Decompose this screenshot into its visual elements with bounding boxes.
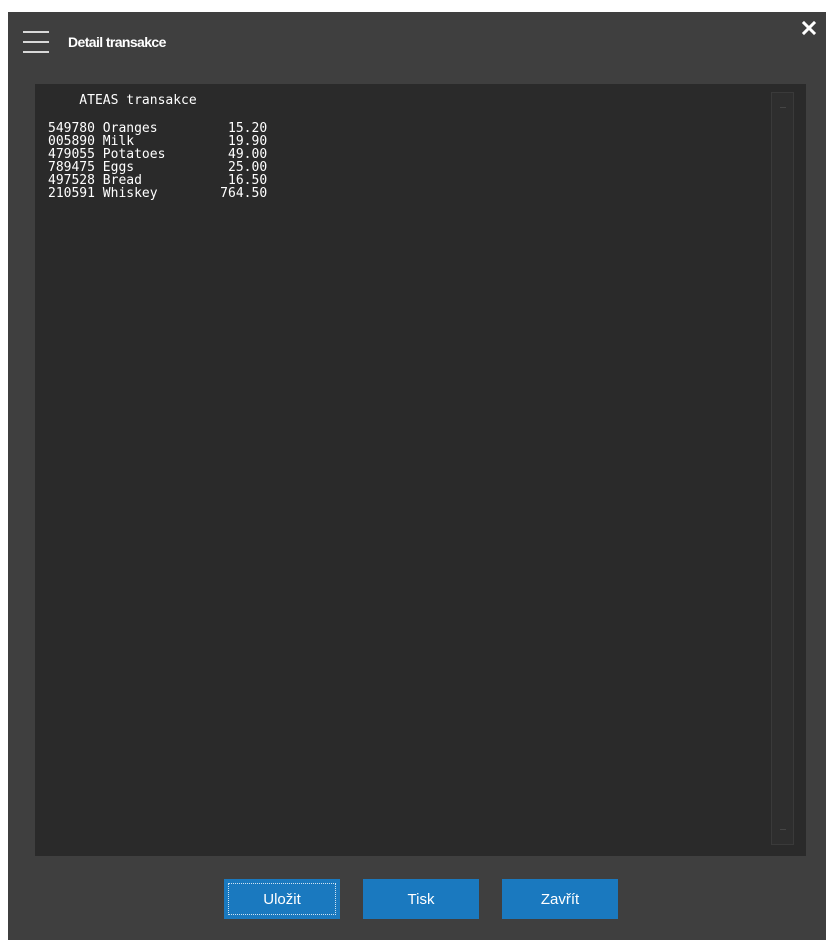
dialog-window: Detail transakce ATEAS transakce 549780 O… — [8, 12, 826, 940]
vertical-scrollbar[interactable] — [771, 92, 794, 845]
close-button[interactable]: Zavřít — [502, 879, 618, 919]
close-icon[interactable] — [800, 19, 818, 37]
scroll-up-arrow-icon[interactable] — [780, 107, 786, 108]
title-bar: Detail transakce — [8, 12, 826, 78]
receipt-line: 210591 Whiskey 764.50 — [48, 186, 268, 201]
receipt-heading: ATEAS transakce — [48, 93, 197, 108]
scroll-down-arrow-icon[interactable] — [780, 829, 786, 830]
button-bar: Uložit Tisk Zavřít — [8, 879, 826, 919]
hamburger-menu-icon[interactable] — [23, 31, 49, 53]
window-title: Detail transakce — [68, 34, 166, 50]
save-button[interactable]: Uložit — [224, 879, 340, 919]
receipt-text[interactable]: ATEAS transakce 549780 Oranges 15.20 00589… — [48, 94, 768, 200]
print-button[interactable]: Tisk — [363, 879, 479, 919]
transaction-detail-panel: ATEAS transakce 549780 Oranges 15.20 00589… — [35, 84, 806, 856]
